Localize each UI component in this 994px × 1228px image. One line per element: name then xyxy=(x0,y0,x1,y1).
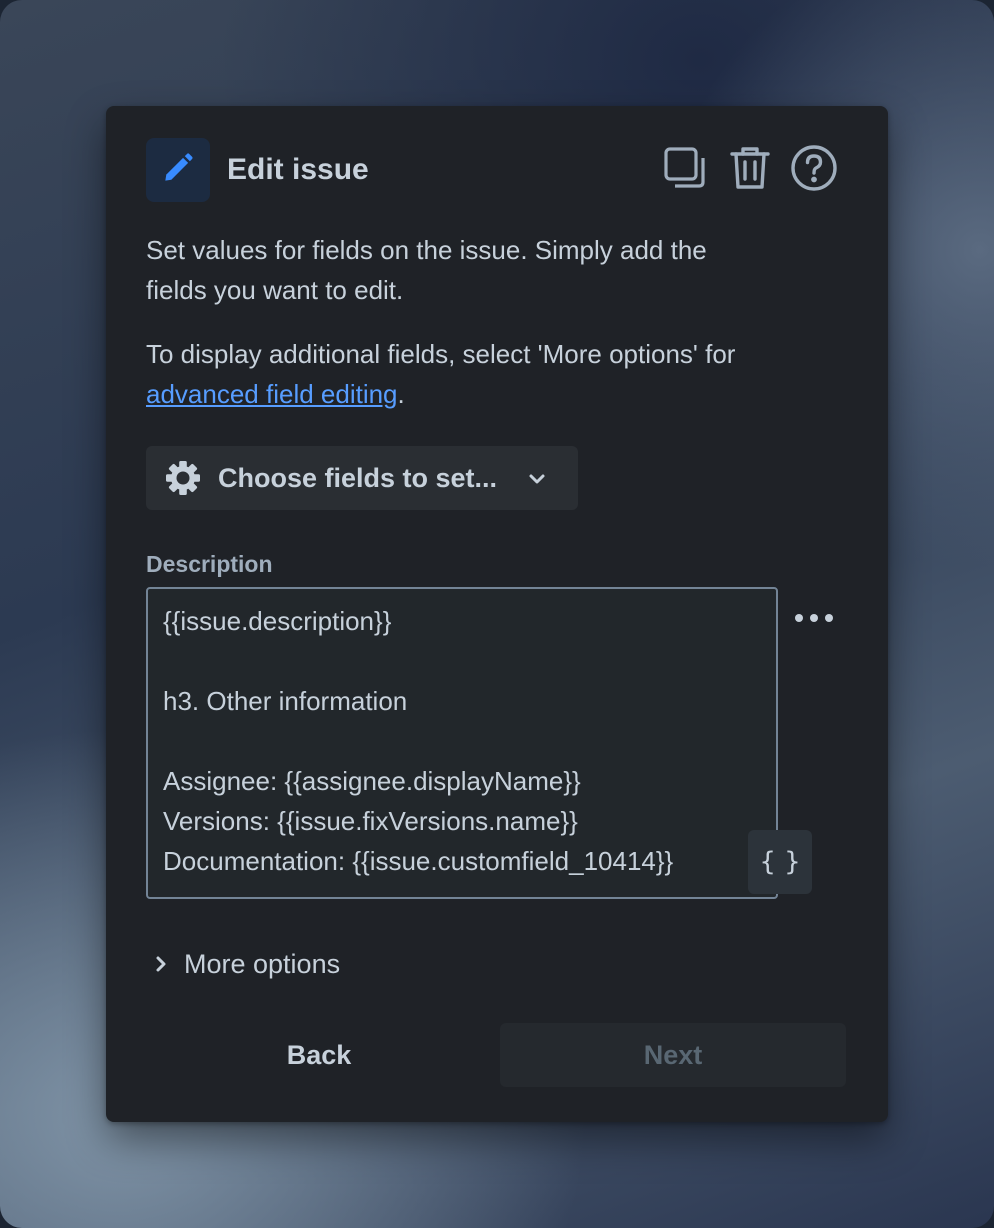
more-options-label: More options xyxy=(184,949,341,979)
choose-fields-label: Choose fields to set... xyxy=(218,463,498,493)
description-label: Description xyxy=(146,551,273,577)
choose-fields-button[interactable]: Choose fields to set... xyxy=(146,446,578,510)
help-icon xyxy=(790,144,838,197)
intro-link-suffix: . xyxy=(397,379,405,409)
description-line: {{issue.description}} xyxy=(163,606,392,636)
advanced-field-editing-link[interactable]: advanced field editing xyxy=(146,379,398,409)
delete-button[interactable] xyxy=(726,146,774,194)
gear-icon xyxy=(164,459,202,497)
intro-text: Set values for fields on the issue. Simp… xyxy=(146,230,846,310)
pencil-icon xyxy=(159,149,197,192)
page-title: Edit issue xyxy=(227,153,369,186)
next-button[interactable]: Next xyxy=(500,1023,846,1087)
smart-values-button[interactable]: { } xyxy=(748,830,812,894)
edit-issue-panel: Edit issue Set values for fields on the … xyxy=(106,106,888,1122)
description-line: Documentation: {{issue.customfield_10414… xyxy=(163,846,674,876)
back-button[interactable]: Back xyxy=(146,1023,492,1087)
description-line: Assignee: {{assignee.displayName}} xyxy=(163,766,581,796)
description-textarea[interactable]: {{issue.description}} h3. Other informat… xyxy=(146,587,812,899)
intro-line-2: fields you want to edit. xyxy=(146,275,404,305)
field-more-actions-button[interactable] xyxy=(792,604,836,634)
intro-line-3: To display additional fields, select 'Mo… xyxy=(146,339,736,369)
description-line: Versions: {{issue.fixVersions.name}} xyxy=(163,806,578,836)
help-button[interactable] xyxy=(790,144,838,197)
intro-line-1: Set values for fields on the issue. Simp… xyxy=(146,235,707,265)
chevron-down-icon xyxy=(526,468,548,490)
trash-icon xyxy=(729,145,771,196)
intro-line-4: advanced field editing. xyxy=(146,374,846,414)
copy-icon xyxy=(663,146,707,195)
panel-header: Edit issue xyxy=(146,138,846,202)
more-horizontal-icon xyxy=(794,610,834,628)
chevron-right-icon xyxy=(150,953,172,975)
copy-button[interactable] xyxy=(661,146,709,194)
edit-issue-badge xyxy=(146,138,210,202)
additional-fields-text: To display additional fields, select 'Mo… xyxy=(146,334,846,414)
description-line: h3. Other information xyxy=(163,686,408,716)
